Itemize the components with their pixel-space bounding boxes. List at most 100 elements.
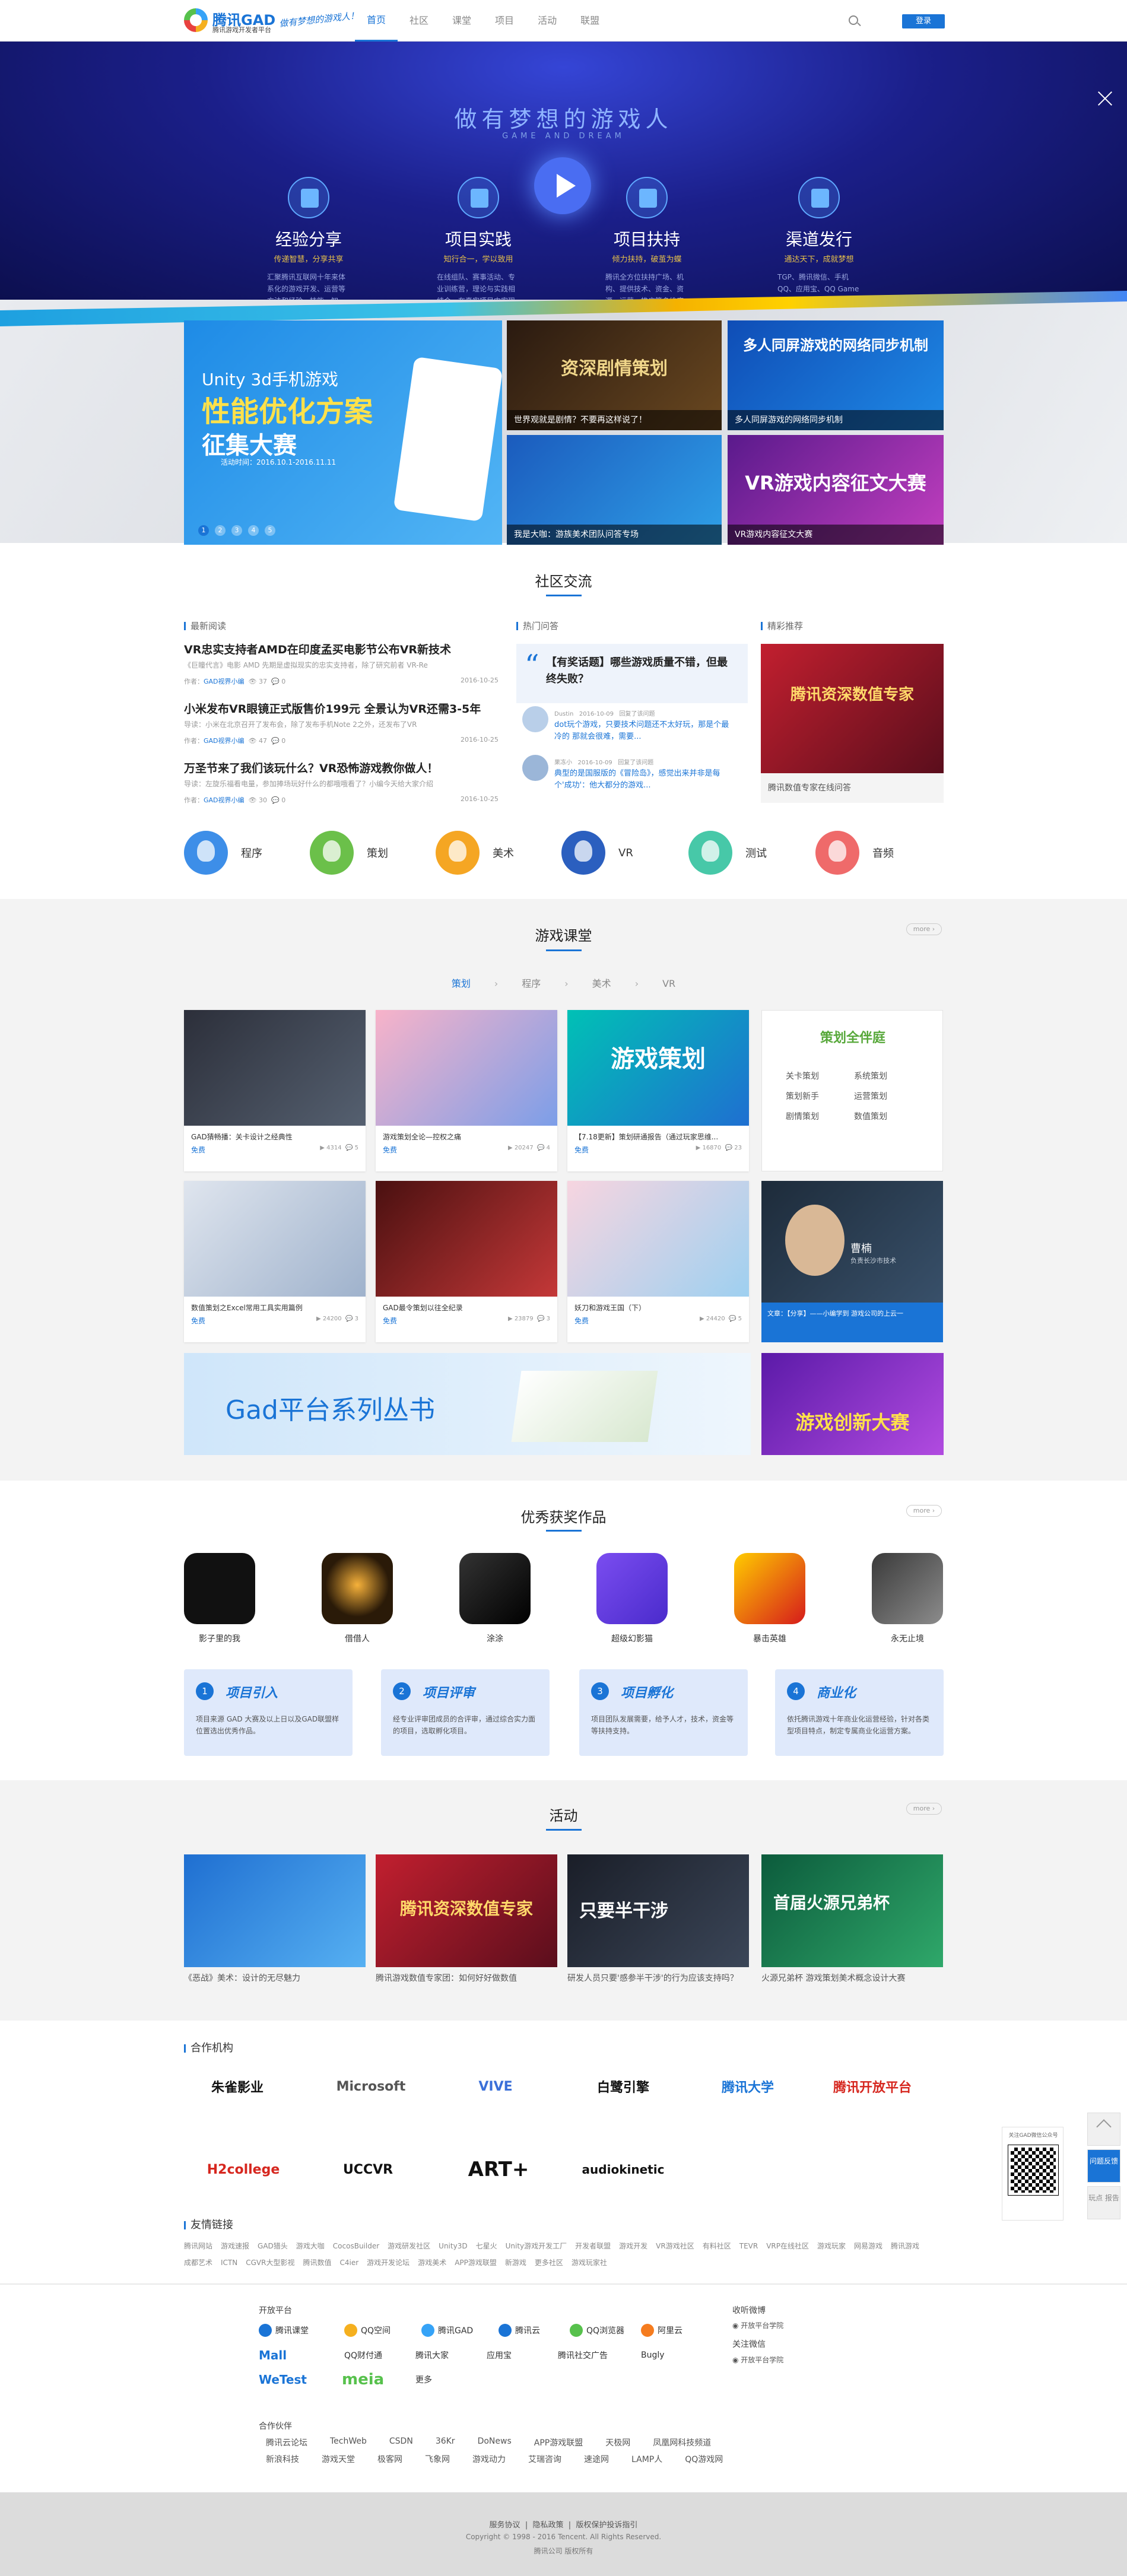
awards-more-button[interactable]: more › — [906, 1505, 942, 1517]
avatar[interactable] — [522, 755, 548, 781]
featured-caption[interactable]: 腾讯数值专家在线问答 — [761, 773, 944, 803]
partner-logo[interactable]: VIVE — [442, 2069, 549, 2104]
friend-link[interactable]: 游戏玩家社 — [572, 2259, 607, 2267]
copyright-complaint-link[interactable]: 版权保护投诉指引 — [576, 2521, 637, 2530]
gad-logo-icon[interactable] — [184, 8, 208, 32]
award-item[interactable]: 涂涂 — [459, 1553, 531, 1644]
partner-logo[interactable]: 腾讯大学 — [694, 2069, 801, 2104]
news-author[interactable]: GAD视界小编 — [204, 678, 245, 685]
planner-item[interactable]: 关卡策划 — [786, 1070, 854, 1082]
coop-link[interactable]: 极客网 — [377, 2453, 402, 2465]
news-title[interactable]: 万圣节来了我们该玩什么？VR恐怖游戏教你做人！ — [184, 760, 438, 776]
coop-link[interactable]: 艾瑞咨询 — [528, 2453, 561, 2465]
award-item[interactable]: 永无止境 — [872, 1553, 943, 1644]
coop-link[interactable]: QQ游戏网 — [685, 2453, 723, 2465]
friend-link[interactable]: ICTN — [221, 2259, 237, 2267]
coop-link[interactable]: 腾讯云论坛 — [266, 2437, 307, 2448]
coop-link[interactable]: 凤凰网科技频道 — [653, 2437, 711, 2448]
game-contest-banner[interactable]: 游戏创新大赛 — [761, 1353, 944, 1455]
friend-link[interactable]: 游戏开发 — [619, 2242, 647, 2250]
partner-logo[interactable]: Microsoft — [318, 2069, 424, 2104]
coop-link[interactable]: APP游戏联盟 — [534, 2437, 583, 2448]
activity-card[interactable]: 首届火源兄弟杯 火源兄弟杯 游戏策划美术概念设计大赛 — [761, 1854, 943, 1997]
activity-more-button[interactable]: more › — [906, 1803, 942, 1815]
planner-item[interactable]: 策划新手 — [786, 1090, 854, 1102]
nav-home[interactable]: 首页 — [355, 0, 398, 42]
skill-program[interactable]: 程序 — [184, 831, 262, 875]
coop-link[interactable]: 天极网 — [605, 2437, 630, 2448]
footer-logo[interactable]: QQ浏览器 — [570, 2321, 641, 2339]
friend-link[interactable]: VRP在线社区 — [766, 2242, 809, 2250]
footer-logo[interactable]: meia — [342, 2371, 413, 2388]
friend-link[interactable]: 开发者联盟 — [575, 2242, 611, 2250]
footer-logo[interactable]: WeTest — [259, 2371, 330, 2388]
award-item[interactable]: 借借人 — [322, 1553, 393, 1644]
partner-logo[interactable]: 朱雀影业 — [184, 2069, 291, 2104]
footer-logo[interactable]: 腾讯课堂 — [259, 2321, 330, 2339]
nav-alliance[interactable]: 联盟 — [569, 0, 611, 42]
news-author[interactable]: GAD视界小编 — [204, 796, 245, 804]
friend-link[interactable]: CocosBuilder — [333, 2242, 379, 2250]
answer-text[interactable]: dot玩个游戏，只要技术问题还不太好玩，那是个最冷的 那就会很难，需要... — [554, 719, 732, 743]
friend-link[interactable]: TEVR — [739, 2242, 758, 2250]
news-title[interactable]: 小米发布VR眼镜正式版售价199元 全景认为VR还需3-5年 — [184, 700, 481, 716]
coop-link[interactable]: LAMP人 — [631, 2453, 662, 2465]
award-item[interactable]: 暴击英雄 — [734, 1553, 805, 1644]
carousel-tile-story[interactable]: 资深剧情策划 世界观就是剧情？不要再这样说了！ — [507, 320, 722, 430]
coop-link[interactable]: 游戏天堂 — [322, 2453, 355, 2465]
coop-link[interactable]: 速途网 — [584, 2453, 609, 2465]
news-author[interactable]: GAD视界小编 — [204, 737, 245, 745]
friend-link[interactable]: GAD猎头 — [258, 2242, 288, 2250]
planner-item[interactable]: 运营策划 — [854, 1090, 922, 1102]
footer-logo[interactable]: 腾讯云 — [499, 2321, 570, 2339]
coop-link[interactable]: 新浪科技 — [266, 2453, 299, 2465]
footer-logo[interactable]: 腾讯社交广告 — [558, 2346, 629, 2364]
course-more-button[interactable]: more › — [906, 923, 942, 935]
report-button[interactable]: 玩点 报告 — [1087, 2186, 1120, 2219]
course-card[interactable]: GAD最令策划以往全纪录 免费 ▶ 23879 💬 3 — [376, 1181, 557, 1342]
search-icon[interactable] — [849, 15, 858, 25]
skill-vr[interactable]: VR — [561, 831, 633, 875]
skill-design[interactable]: 策划 — [310, 831, 388, 875]
answer-text[interactable]: 典型的是国服版的《冒险岛》，感觉出来并非是每个'成功'：他大都分的游戏... — [554, 768, 732, 792]
skill-art[interactable]: 美术 — [436, 831, 514, 875]
carousel-dot[interactable]: 4 — [248, 525, 259, 536]
course-card[interactable]: 游戏策划全论—控权之痛 免费 ▶ 20247 💬 4 — [376, 1010, 557, 1171]
planner-item[interactable]: 系统策划 — [854, 1070, 922, 1082]
carousel-dot[interactable]: 5 — [265, 525, 275, 536]
footer-logo[interactable]: 更多 — [415, 2371, 487, 2388]
course-card[interactable]: 游戏策划 【7.18更新】策划研通报告（通过玩家思维... 免费 ▶ 16870… — [567, 1010, 749, 1171]
teacher-card[interactable]: 曹楠 负责长沙市技术 文章：【分享】——小编学到 游戏公司的上云一 — [761, 1181, 943, 1342]
partner-logo[interactable]: 腾讯开放平台 — [819, 2069, 926, 2104]
featured-image[interactable]: 腾讯资深数值专家 — [761, 644, 944, 773]
nav-project[interactable]: 项目 — [483, 0, 526, 42]
coop-link[interactable]: 飞象网 — [425, 2453, 450, 2465]
wechat-link[interactable]: ◉ 开放平台学院 — [732, 2355, 783, 2365]
partner-logo[interactable]: ART+ — [445, 2152, 552, 2187]
friend-link[interactable]: 更多社区 — [535, 2259, 563, 2267]
book-series-banner[interactable]: Gad平台系列丛书 — [184, 1353, 751, 1455]
footer-logo[interactable]: 阿里云 — [641, 2321, 712, 2339]
coop-link[interactable]: DoNews — [478, 2437, 512, 2448]
friend-link[interactable]: Unity3D — [439, 2242, 467, 2250]
carousel-tile-interview[interactable]: 我是大咖：游族美术团队问答专场 — [507, 435, 722, 545]
partner-logo[interactable]: H2college — [190, 2152, 297, 2187]
footer-logo[interactable]: Mall — [259, 2346, 330, 2364]
planner-item[interactable]: 数值策划 — [854, 1110, 922, 1122]
activity-card[interactable]: 腾讯资深数值专家 腾讯游戏数值专家团：如何好好做数值 — [376, 1854, 557, 1997]
skill-audio[interactable]: 音频 — [815, 831, 894, 875]
coop-link[interactable]: 36Kr — [436, 2437, 455, 2448]
carousel-dot[interactable]: 1 — [198, 525, 209, 536]
friend-link[interactable]: 游戏玩家 — [817, 2242, 846, 2250]
friend-link[interactable]: 腾讯数值 — [303, 2259, 331, 2267]
avatar[interactable] — [522, 706, 548, 732]
course-card[interactable]: 数值策划之Excel常用工具实用篇例 免费 ▶ 24200 💬 3 — [184, 1181, 366, 1342]
partner-logo[interactable]: 白鹭引擎 — [570, 2069, 677, 2104]
planner-item[interactable]: 剧情策划 — [786, 1110, 854, 1122]
partner-logo[interactable]: audiokinetic — [570, 2152, 677, 2187]
terms-link[interactable]: 服务协议 — [490, 2521, 520, 2530]
footer-logo[interactable]: Bugly — [641, 2346, 712, 2364]
partner-logo[interactable]: UCCVR — [315, 2152, 421, 2187]
friend-link[interactable]: 新游戏 — [505, 2259, 526, 2267]
activity-card[interactable]: 只要半干涉 研发人员只要'感参半干涉'的行为应该支持吗？ — [567, 1854, 749, 1997]
